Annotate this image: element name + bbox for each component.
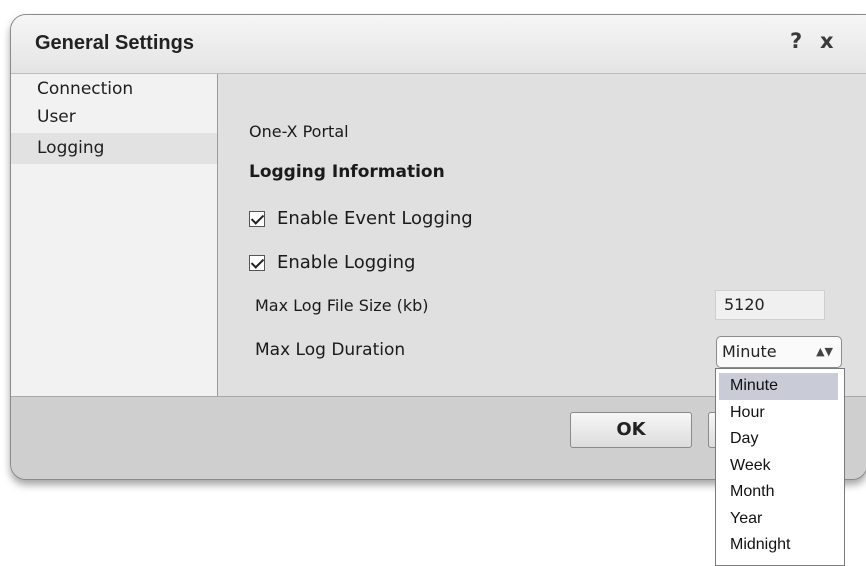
dropdown-option-year[interactable]: Year	[719, 506, 838, 533]
dropdown-option-month[interactable]: Month	[719, 479, 838, 506]
dropdown-option-week[interactable]: Week	[719, 453, 838, 480]
settings-sidebar: Connection User Logging	[11, 74, 218, 396]
section-title: Logging Information	[249, 162, 445, 182]
max-log-file-size-label: Max Log File Size (kb)	[255, 296, 429, 315]
dialog-title: General Settings	[35, 32, 194, 54]
panel-subtitle: One-X Portal	[249, 122, 349, 141]
dropdown-option-day[interactable]: Day	[719, 426, 838, 453]
max-log-file-size-input[interactable]: 5120	[715, 290, 825, 320]
help-icon[interactable]: ?	[790, 29, 802, 53]
max-log-duration-label: Max Log Duration	[255, 340, 406, 360]
dropdown-option-midnight[interactable]: Midnight	[719, 532, 838, 559]
select-value: Minute	[722, 342, 777, 361]
ok-button[interactable]: OK	[570, 412, 692, 448]
close-icon[interactable]: x	[820, 29, 834, 53]
sidebar-item-logging[interactable]: Logging	[11, 133, 217, 164]
enable-event-logging-label: Enable Event Logging	[277, 208, 473, 229]
max-log-duration-select[interactable]: Minute ▲▼	[716, 336, 842, 368]
enable-logging-label: Enable Logging	[277, 252, 416, 273]
sidebar-item-connection[interactable]: Connection	[11, 74, 217, 102]
title-bar[interactable]: General Settings ? x	[11, 15, 866, 74]
dropdown-option-hour[interactable]: Hour	[719, 400, 838, 427]
enable-logging-checkbox[interactable]	[249, 254, 265, 271]
dropdown-option-minute[interactable]: Minute	[719, 373, 838, 400]
enable-event-logging-row[interactable]: Enable Event Logging	[249, 208, 473, 229]
enable-logging-row[interactable]: Enable Logging	[249, 252, 415, 273]
sidebar-item-user[interactable]: User	[11, 102, 217, 133]
enable-event-logging-checkbox[interactable]	[249, 210, 265, 227]
duration-dropdown-list: Minute Hour Day Week Month Year Midnight	[715, 368, 845, 566]
logging-panel: One-X Portal Logging Information Enable …	[218, 74, 866, 396]
select-arrows-icon: ▲▼	[816, 345, 833, 358]
